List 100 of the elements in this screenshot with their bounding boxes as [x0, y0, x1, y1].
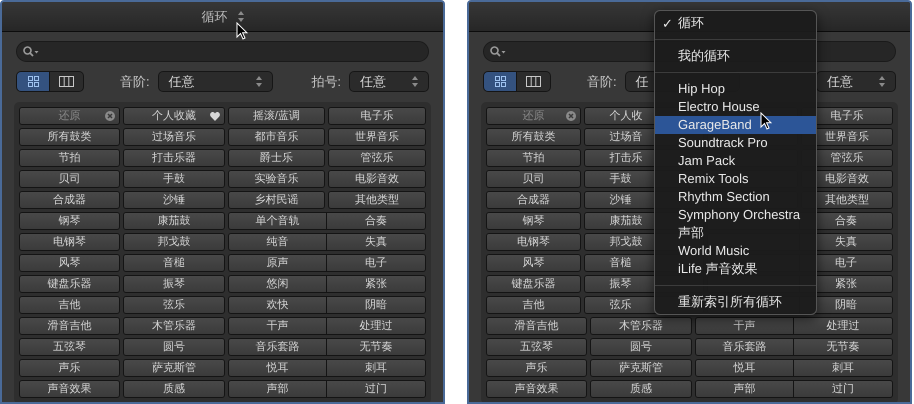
search-icon	[23, 46, 39, 57]
search-icon	[490, 46, 506, 57]
keyword-button[interactable]: 处理过	[327, 317, 426, 335]
keyword-button[interactable]: 质感	[123, 380, 224, 398]
keyword-button[interactable]: 吉他	[486, 296, 582, 314]
menu-item-label: Hip Hop	[678, 80, 725, 98]
keyword-button[interactable]: 都市音乐	[228, 128, 326, 146]
keyword-button[interactable]: 悠闲	[228, 275, 328, 293]
keyword-button[interactable]: 节拍	[486, 149, 582, 167]
keyword-button[interactable]: 无节奏	[327, 338, 426, 356]
popup-button[interactable]: 任意	[158, 71, 273, 92]
keyword-button[interactable]: 贝司	[19, 170, 120, 188]
keyword-button[interactable]: 萨克斯管	[123, 359, 224, 377]
keyword-button[interactable]: 处理过	[794, 317, 893, 335]
keyword-button[interactable]: 电子	[327, 254, 426, 272]
keyword-button[interactable]: 干声	[228, 317, 328, 335]
keyword-button[interactable]: 音槌	[123, 254, 224, 272]
keyword-button[interactable]: 实验音乐	[228, 170, 326, 188]
favorites-button[interactable]: 个人收藏	[123, 107, 224, 125]
menu-item[interactable]: ✓ 循环	[655, 14, 816, 32]
keyword-button[interactable]: 质感	[590, 380, 692, 398]
keyword-button[interactable]: 打击乐器	[123, 149, 224, 167]
keyword-button[interactable]: 过门	[794, 380, 893, 398]
keyword-button[interactable]: 沙锤	[123, 191, 224, 209]
keyword-button[interactable]: 爵士乐	[228, 149, 326, 167]
keyword-button[interactable]: 合成器	[486, 191, 582, 209]
keyword-button[interactable]: 振琴	[123, 275, 224, 293]
keyword-button[interactable]: 失真	[327, 233, 426, 251]
keyword-button[interactable]: 阴暗	[327, 296, 426, 314]
keyword-button[interactable]: 邦戈鼓	[123, 233, 224, 251]
keyword-button[interactable]: 钢琴	[19, 212, 120, 230]
keyword-button[interactable]: 木管乐器	[123, 317, 224, 335]
keyword-button[interactable]: 过门	[327, 380, 426, 398]
keyword-button[interactable]: 管弦乐	[328, 149, 426, 167]
keyword-button[interactable]: 电子乐	[328, 107, 426, 125]
popup-button[interactable]: 任意	[349, 71, 429, 92]
search-field[interactable]	[16, 41, 429, 62]
menu-item[interactable]: GarageBand	[655, 116, 816, 134]
keyword-button[interactable]: 所有鼓类	[19, 128, 120, 146]
keyword-button[interactable]: 电钢琴	[486, 233, 582, 251]
keyword-button[interactable]: 声部	[228, 380, 328, 398]
keyword-button[interactable]: 过场音乐	[123, 128, 224, 146]
keyword-button[interactable]: 纯音	[228, 233, 328, 251]
view-toggle[interactable]	[517, 71, 551, 92]
keyword-button[interactable]: 声乐	[486, 359, 588, 377]
keyword-button[interactable]: 电钢琴	[19, 233, 120, 251]
keyword-button[interactable]: 摇滚/蓝调	[228, 107, 326, 125]
view-toggle[interactable]	[16, 71, 50, 92]
keyword-button[interactable]: 滑音吉他	[19, 317, 120, 335]
keyword-button[interactable]: 风琴	[19, 254, 120, 272]
scale-label: 音阶:	[587, 72, 617, 91]
keyword-button[interactable]: 五弦琴	[19, 338, 120, 356]
keyword-button[interactable]: 紧张	[327, 275, 426, 293]
keyword-button[interactable]: 单个音轨	[228, 212, 328, 230]
keyword-button[interactable]: 声乐	[19, 359, 120, 377]
keyword-button[interactable]: 木管乐器	[590, 317, 692, 335]
window-title[interactable]: 循环	[202, 6, 228, 26]
grid-icon	[28, 76, 38, 87]
scale-label: 音阶:	[120, 72, 150, 91]
keyword-button[interactable]: 刺耳	[794, 359, 893, 377]
view-toggle[interactable]	[50, 71, 84, 92]
keyword-button[interactable]: 所有鼓类	[486, 128, 582, 146]
keyword-button[interactable]: 手鼓	[123, 170, 224, 188]
clear-icon	[566, 111, 576, 121]
keyword-button[interactable]: 五弦琴	[486, 338, 588, 356]
keyword-button[interactable]: 合奏	[327, 212, 426, 230]
keyword-button[interactable]: 其他类型	[328, 191, 426, 209]
keyword-button[interactable]: 萨克斯管	[590, 359, 692, 377]
keyword-button[interactable]: 乡村民谣	[228, 191, 326, 209]
menu-item[interactable]: 我的循环	[655, 47, 816, 65]
keyword-button[interactable]: 音乐套路	[228, 338, 328, 356]
keyword-button[interactable]: 声音效果	[486, 380, 588, 398]
keyword-button[interactable]: 滑音吉他	[486, 317, 588, 335]
menu-item[interactable]: Hip Hop	[655, 80, 816, 98]
keyword-button[interactable]: 无节奏	[794, 338, 893, 356]
keyword-button[interactable]: 风琴	[486, 254, 582, 272]
keyword-button[interactable]: 世界音乐	[328, 128, 426, 146]
keyword-button[interactable]: 吉他	[19, 296, 120, 314]
keyword-button[interactable]: 康茄鼓	[123, 212, 224, 230]
keyword-button[interactable]: 音乐套路	[694, 338, 794, 356]
keyword-button[interactable]: 声音效果	[19, 380, 120, 398]
popup-button[interactable]: 任意	[816, 71, 896, 92]
keyword-button[interactable]: 键盘乐器	[486, 275, 582, 293]
keyword-button[interactable]: 钢琴	[486, 212, 582, 230]
keyword-button[interactable]: 声部	[694, 380, 794, 398]
keyword-button[interactable]: 欢快	[228, 296, 328, 314]
keyword-button[interactable]: 干声	[694, 317, 794, 335]
keyword-button[interactable]: 悦耳	[228, 359, 328, 377]
keyword-button[interactable]: 原声	[228, 254, 328, 272]
keyword-button[interactable]: 弦乐	[123, 296, 224, 314]
keyword-button[interactable]: 电影音效	[328, 170, 426, 188]
keyword-button[interactable]: 刺耳	[327, 359, 426, 377]
keyword-button[interactable]: 悦耳	[694, 359, 794, 377]
keyword-button[interactable]: 节拍	[19, 149, 120, 167]
keyword-button[interactable]: 合成器	[19, 191, 120, 209]
keyword-button[interactable]: 贝司	[486, 170, 582, 188]
view-toggle[interactable]	[483, 71, 517, 92]
keyword-button[interactable]: 圆号	[590, 338, 692, 356]
keyword-button[interactable]: 圆号	[123, 338, 224, 356]
keyword-button[interactable]: 键盘乐器	[19, 275, 120, 293]
